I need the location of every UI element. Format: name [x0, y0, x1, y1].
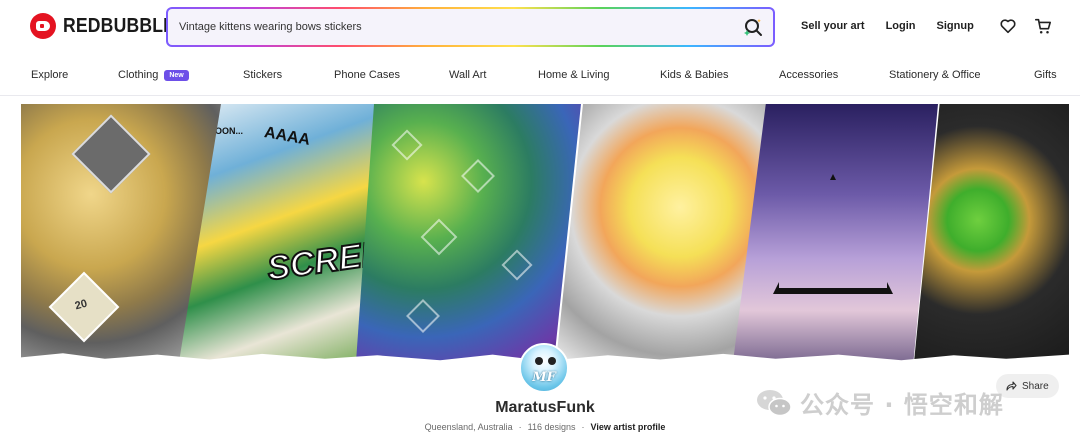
search-input[interactable]: [168, 9, 708, 45]
avatar-eye: [535, 357, 543, 365]
avatar-eye: [548, 357, 556, 365]
triangle-window-shape: [773, 174, 893, 294]
login-link[interactable]: Login: [886, 20, 916, 32]
artist-design-count: 116 designs: [527, 422, 576, 432]
nav-item-stickers[interactable]: Stickers: [243, 69, 282, 81]
banner-art-dragon-silhouette: [733, 104, 938, 362]
brand-name: REDBUBBLE: [63, 14, 176, 37]
nav-item-clothing[interactable]: Clothing New: [118, 69, 189, 81]
search-bar: [166, 7, 775, 47]
nav-item-home-living[interactable]: Home & Living: [538, 69, 610, 81]
search-box: [168, 9, 773, 45]
category-nav: Explore Clothing New Stickers Phone Cases…: [0, 56, 1080, 96]
dice-pattern-shape: [461, 159, 495, 193]
banner-art-budgie-portraits: [914, 104, 1069, 362]
watermark-text: 公众号 · 悟空和解: [800, 391, 1004, 419]
new-badge: New: [164, 70, 189, 81]
nav-item-label: Clothing: [118, 69, 159, 81]
comic-text: AAAA: [262, 124, 312, 149]
nav-item-stationery-office[interactable]: Stationery & Office: [889, 69, 981, 81]
signup-link[interactable]: Signup: [937, 20, 974, 32]
header-links: Sell your art Login Signup: [801, 20, 995, 32]
nav-item-gifts[interactable]: Gifts: [1034, 69, 1057, 81]
search-icon[interactable]: [743, 17, 763, 37]
artist-location: Queensland, Australia: [424, 422, 513, 432]
share-button[interactable]: Share: [996, 374, 1059, 398]
heart-icon[interactable]: [999, 17, 1017, 35]
share-icon: [1006, 381, 1017, 391]
cart-icon[interactable]: [1034, 17, 1052, 35]
dice-pattern-shape: [391, 129, 423, 161]
site-header: REDBUBBLE Sell your art Login Signup: [0, 0, 1080, 56]
d20-die-shape: [71, 114, 151, 194]
artist-meta: Queensland, Australia · 116 designs · View a…: [0, 422, 1080, 432]
separator-dot: ·: [581, 422, 585, 432]
nav-item-kids-babies[interactable]: Kids & Babies: [660, 69, 728, 81]
dice-pattern-shape: [420, 218, 458, 256]
nav-item-phone-cases[interactable]: Phone Cases: [334, 69, 400, 81]
avatar-initials: MF: [532, 370, 556, 385]
redbubble-logo-icon: [30, 13, 56, 39]
nav-item-wall-art[interactable]: Wall Art: [449, 69, 487, 81]
artist-banner: 20 SOON... AAAA SCREE: [21, 104, 1069, 362]
watermark: 公众号 · 悟空和解: [755, 385, 1004, 420]
nav-item-explore[interactable]: Explore: [31, 69, 68, 81]
view-artist-profile-link[interactable]: View artist profile: [591, 422, 666, 432]
dice-pattern-shape: [406, 299, 440, 333]
separator-dot: ·: [518, 422, 522, 432]
banner-art-rainbow-dice: [356, 104, 581, 362]
dice-pattern-shape: [501, 249, 533, 281]
nav-item-accessories[interactable]: Accessories: [779, 69, 838, 81]
wechat-icon: [757, 389, 792, 416]
share-label: Share: [1022, 380, 1049, 392]
sell-your-art-link[interactable]: Sell your art: [801, 20, 865, 32]
artist-avatar[interactable]: MF: [519, 343, 569, 393]
